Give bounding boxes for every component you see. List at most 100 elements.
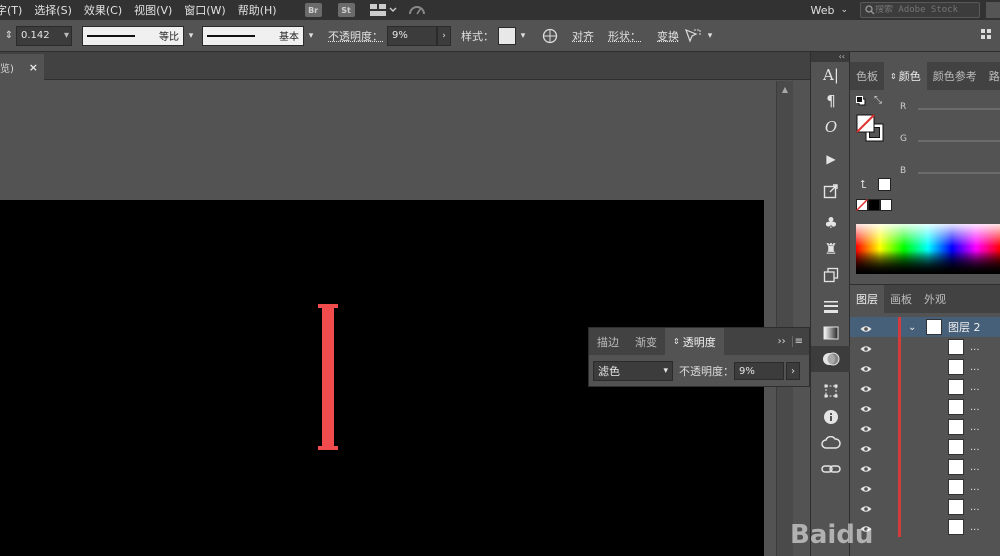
- style-dropdown-icon[interactable]: ▾: [516, 26, 530, 46]
- transparency-opacity-field[interactable]: 9%: [734, 362, 784, 380]
- tab-color[interactable]: ⇕ 颜色: [884, 62, 927, 90]
- gpu-performance-icon[interactable]: [407, 2, 427, 18]
- chevron-down-icon[interactable]: ⌄: [908, 322, 916, 333]
- tab-transparency[interactable]: ⇕ 透明度: [665, 328, 724, 355]
- menu-effect[interactable]: 效果(C): [80, 2, 130, 18]
- swap-fill-stroke-icon[interactable]: ⤡: [874, 95, 882, 106]
- gradient-panel-icon[interactable]: [811, 320, 851, 346]
- white-swatch[interactable]: [880, 199, 892, 211]
- menu-view[interactable]: 视图(V): [130, 2, 180, 18]
- sublayer-name[interactable]: ...: [970, 522, 980, 533]
- tab-color-guide[interactable]: 颜色参考: [927, 62, 983, 90]
- color-spectrum[interactable]: [856, 224, 1000, 274]
- quick-swatches[interactable]: [856, 199, 892, 211]
- artboards-icon[interactable]: [811, 262, 851, 288]
- sublayer-row[interactable]: ...: [850, 457, 1000, 477]
- creative-cloud-libraries-icon[interactable]: [811, 430, 851, 456]
- sublayer-row[interactable]: ...: [850, 477, 1000, 497]
- character-panel-icon[interactable]: A|: [811, 62, 851, 88]
- variable-width-profile-select[interactable]: 等比: [82, 25, 184, 46]
- sublayer-name[interactable]: ...: [970, 422, 980, 433]
- paragraph-panel-icon[interactable]: ¶: [811, 88, 851, 114]
- links-icon[interactable]: [811, 456, 851, 482]
- sublayer-name[interactable]: ...: [970, 462, 980, 473]
- menu-window[interactable]: 窗口(W): [180, 2, 233, 18]
- collapse-panel-icon[interactable]: ››: [772, 336, 792, 347]
- stock-search-field[interactable]: [860, 2, 980, 18]
- panel-menu-icon[interactable]: ≡: [791, 336, 809, 347]
- none-swatch[interactable]: [856, 199, 868, 211]
- stroke-panel-icon[interactable]: [811, 294, 851, 320]
- stock-button[interactable]: St: [337, 3, 355, 17]
- shape-label[interactable]: 形状：: [608, 28, 641, 44]
- opacity-slider-arrow-icon[interactable]: ›: [786, 362, 800, 380]
- sublayer-row[interactable]: ...: [850, 397, 1000, 417]
- close-icon[interactable]: ×: [29, 61, 38, 74]
- eye-icon[interactable]: [860, 323, 872, 332]
- sublayer-row[interactable]: ...: [850, 437, 1000, 457]
- opentype-panel-icon[interactable]: O: [811, 114, 851, 140]
- chevron-down-icon[interactable]: ⌄: [840, 5, 848, 15]
- transparency-panel-icon[interactable]: [811, 346, 851, 372]
- selected-text-shape[interactable]: [318, 304, 338, 450]
- eye-icon[interactable]: [860, 443, 872, 452]
- puppet-warp-icon[interactable]: ♜: [811, 236, 851, 262]
- fill-stroke-swatches[interactable]: [856, 114, 884, 142]
- actions-play-icon[interactable]: ▶: [811, 146, 851, 172]
- layer-row-top[interactable]: ⌄ 图层 2: [850, 317, 1000, 337]
- sublayer-row[interactable]: ...: [850, 377, 1000, 397]
- sublayer-name[interactable]: ...: [970, 342, 980, 353]
- slider-b[interactable]: B: [900, 166, 1000, 180]
- sublayer-name[interactable]: ...: [970, 362, 980, 373]
- tab-appearance[interactable]: 外观: [918, 285, 952, 313]
- workspace-switcher[interactable]: Web: [810, 4, 834, 17]
- sublayer-name[interactable]: ...: [970, 382, 980, 393]
- tab-swatches[interactable]: 色板: [850, 62, 884, 90]
- isolate-object-icon[interactable]: [683, 26, 703, 46]
- eye-icon[interactable]: [860, 383, 872, 392]
- dock-collapse-handle[interactable]: ‹‹: [811, 52, 849, 62]
- stroke-weight-stepper[interactable]: ⇕: [2, 30, 16, 41]
- blend-mode-select[interactable]: 滤色 ▾: [593, 361, 673, 381]
- symbols-club-icon[interactable]: ♣: [811, 210, 851, 236]
- graphic-style-swatch[interactable]: [498, 26, 516, 45]
- slider-r[interactable]: R: [900, 102, 1000, 116]
- default-fill-stroke-icon[interactable]: [856, 96, 866, 106]
- slider-g[interactable]: G: [900, 134, 1000, 148]
- control-bar-menu-icon[interactable]: [980, 28, 992, 40]
- eye-icon[interactable]: [860, 423, 872, 432]
- out-of-gamut-icon[interactable]: ⮤: [860, 178, 867, 192]
- tab-pathfinder[interactable]: 路: [983, 62, 1000, 90]
- sublayer-name[interactable]: ...: [970, 502, 980, 513]
- opacity-slider-arrow-icon[interactable]: ›: [437, 25, 451, 46]
- stroke-weight-field[interactable]: 0.142 ▾: [16, 25, 72, 46]
- align-label[interactable]: 对齐: [572, 28, 594, 44]
- menu-help[interactable]: 帮助(H): [234, 2, 285, 18]
- window-minimize-button[interactable]: [986, 2, 1000, 18]
- tab-stroke[interactable]: 描边: [589, 328, 627, 355]
- brush-definition-select[interactable]: 基本: [202, 25, 304, 46]
- menu-type[interactable]: 字(T): [0, 2, 30, 18]
- document-tab[interactable]: 览) ×: [0, 54, 44, 80]
- brush-dropdown-icon[interactable]: ▾: [304, 26, 318, 46]
- sublayer-name[interactable]: ...: [970, 482, 980, 493]
- sublayer-name[interactable]: ...: [970, 442, 980, 453]
- eye-icon[interactable]: [860, 503, 872, 512]
- eye-icon[interactable]: [860, 343, 872, 352]
- eye-icon[interactable]: [860, 363, 872, 372]
- info-icon[interactable]: [811, 404, 851, 430]
- export-asset-icon[interactable]: [811, 178, 851, 204]
- sublayer-row[interactable]: ...: [850, 417, 1000, 437]
- opacity-field[interactable]: 9%: [387, 25, 437, 46]
- vertical-scrollbar[interactable]: ▲: [776, 81, 793, 556]
- tab-layers[interactable]: 图层: [850, 285, 884, 313]
- canvas-area[interactable]: ▲: [0, 81, 793, 556]
- transform-panel-icon[interactable]: [811, 378, 851, 404]
- profile-dropdown-icon[interactable]: ▾: [184, 26, 198, 46]
- menu-select[interactable]: 选择(S): [30, 2, 80, 18]
- tab-artboards[interactable]: 画板: [884, 285, 918, 313]
- sublayer-row[interactable]: ...: [850, 357, 1000, 377]
- stock-search-input[interactable]: [875, 5, 975, 15]
- eye-icon[interactable]: [860, 483, 872, 492]
- eye-icon[interactable]: [860, 463, 872, 472]
